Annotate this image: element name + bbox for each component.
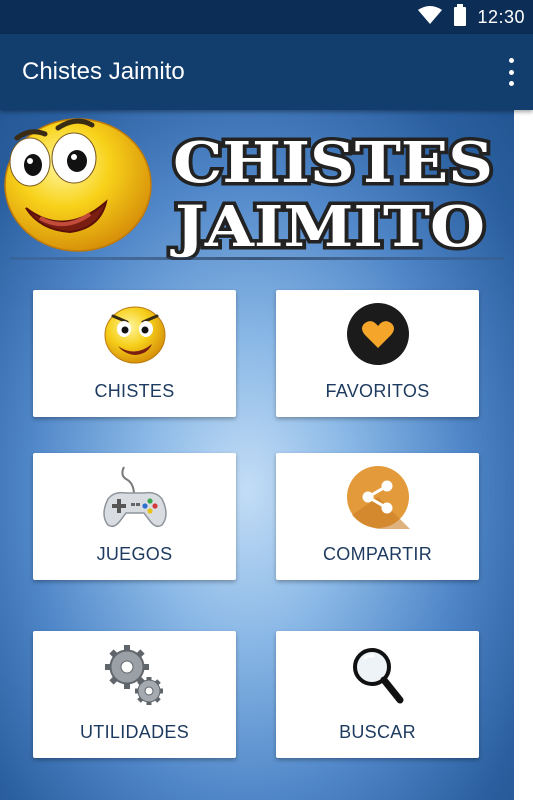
- status-time: 12:30: [477, 6, 525, 27]
- smiley-logo-icon: [4, 118, 152, 252]
- menu-label-chistes: CHISTES: [94, 381, 175, 401]
- heart-icon: [276, 302, 479, 366]
- banner-line2: JAIMITO: [169, 194, 485, 260]
- menu-label-utilidades: UTILIDADES: [79, 722, 190, 742]
- menu-label-compartir: COMPARTIR: [322, 544, 433, 564]
- gamepad-icon: [33, 465, 236, 529]
- share-icon: [276, 465, 479, 529]
- app-bar: Chistes Jaimito: [0, 34, 533, 110]
- overflow-menu-icon[interactable]: [505, 58, 517, 86]
- menu-card-chistes[interactable]: CHISTES: [33, 290, 236, 417]
- status-bar: 12:30: [0, 0, 533, 34]
- menu-label-buscar: BUSCAR: [339, 722, 416, 742]
- smiley-face-icon: [33, 302, 236, 366]
- status-icons: 12:30: [417, 0, 525, 34]
- app-title: Chistes Jaimito: [22, 58, 185, 85]
- menu-card-buscar[interactable]: BUSCAR: [276, 631, 479, 758]
- magnifier-icon: [276, 643, 479, 707]
- gears-icon: [33, 643, 236, 707]
- menu-card-compartir[interactable]: COMPARTIR: [276, 453, 479, 580]
- battery-icon: [453, 3, 467, 31]
- menu-label-juegos: JUEGOS: [96, 544, 173, 564]
- banner-line1: CHISTES: [173, 130, 493, 196]
- menu-label-favoritos: FAVORITOS: [325, 381, 430, 401]
- menu-card-utilidades[interactable]: UTILIDADES: [33, 631, 236, 758]
- menu-card-juegos[interactable]: JUEGOS: [33, 453, 236, 580]
- wifi-icon: [417, 5, 443, 30]
- banner-divider: [10, 257, 504, 260]
- right-edge-strip: [514, 110, 533, 800]
- logo-banner: CHISTES JAIMITO: [0, 110, 514, 264]
- menu-card-favoritos[interactable]: FAVORITOS: [276, 290, 479, 417]
